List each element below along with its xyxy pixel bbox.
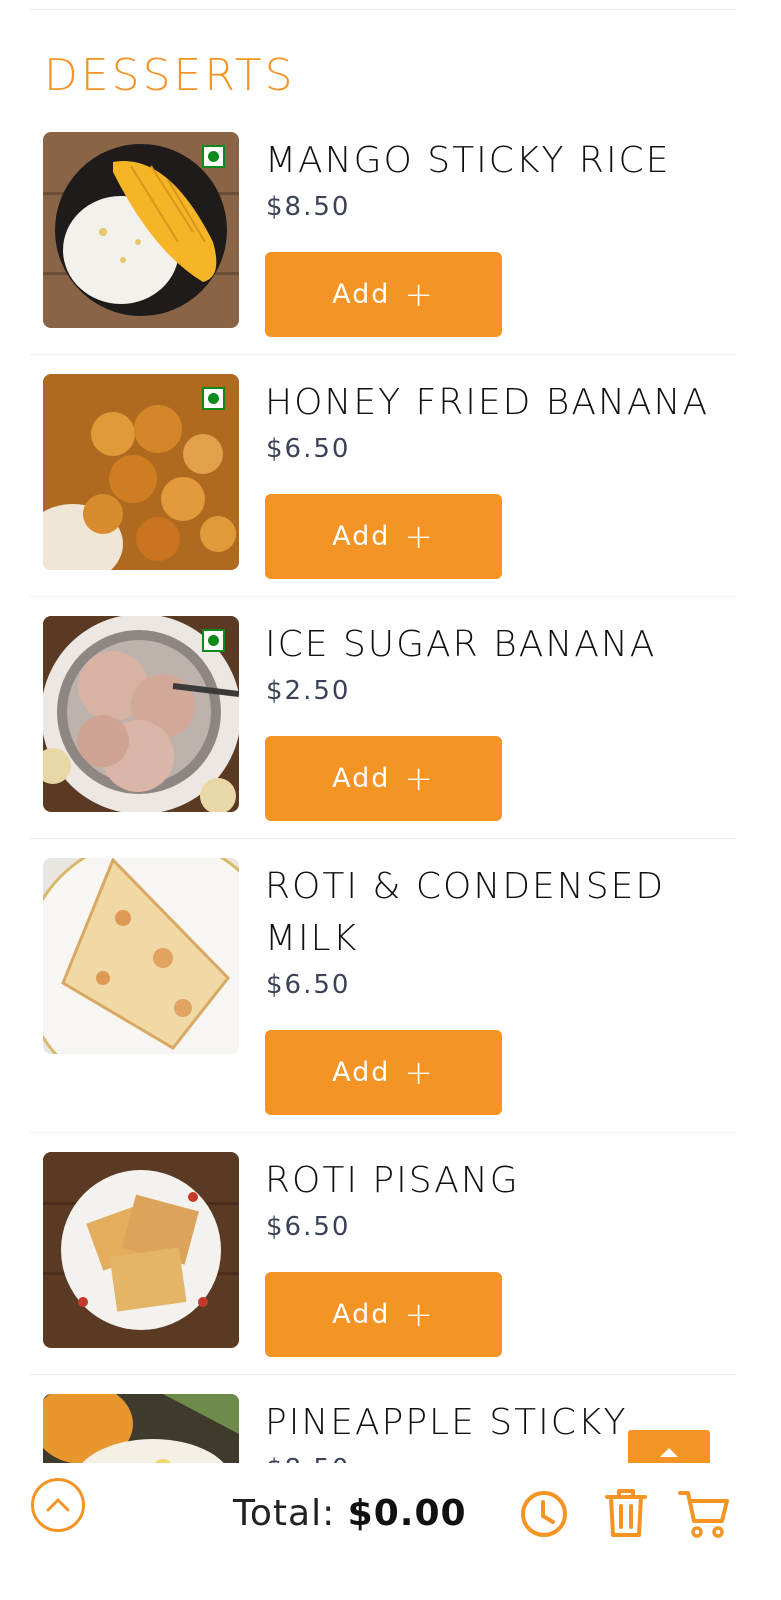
dish-price: $6.50 (266, 1212, 351, 1242)
plus-icon: + (404, 516, 435, 557)
cart-total: Total: $0.00 (233, 1493, 467, 1534)
veg-indicator-icon (202, 629, 225, 652)
veg-indicator-icon (202, 145, 225, 168)
menu-list: MANGO STICKY RICE $8.50 Add + HONEY FRIE… (30, 122, 736, 1500)
dish-image-mango-sticky-rice[interactable] (43, 132, 239, 328)
plus-icon: + (404, 1294, 435, 1335)
menu-item: ICE SUGAR BANANA $2.50 Add + (30, 597, 736, 839)
add-button-label: Add (332, 763, 391, 794)
dish-image-ice-sugar-banana[interactable] (43, 616, 239, 812)
chevron-up-icon (46, 1498, 70, 1512)
dish-image-roti-condensed-milk[interactable] (43, 858, 239, 1054)
menu-item: HONEY FRIED BANANA $6.50 Add + (30, 355, 736, 597)
add-roti-condensed-milk-button[interactable]: Add + (265, 1030, 502, 1115)
dish-price: $6.50 (266, 434, 351, 464)
dish-name: MANGO STICKY RICE (265, 140, 671, 181)
section-title: DESSERTS (44, 50, 296, 101)
dish-image-honey-fried-banana[interactable] (43, 374, 239, 570)
veg-indicator-icon (202, 387, 225, 410)
add-button-label: Add (332, 279, 391, 310)
dish-price: $8.50 (266, 192, 351, 222)
plus-icon: + (404, 758, 435, 799)
add-ice-sugar-banana-button[interactable]: Add + (265, 736, 502, 821)
trash-icon[interactable] (604, 1487, 648, 1539)
add-honey-fried-banana-button[interactable]: Add + (265, 494, 502, 579)
dish-name: HONEY FRIED BANANA (265, 382, 710, 423)
menu-item: MANGO STICKY RICE $8.50 Add + (30, 122, 736, 355)
dish-name: ROTI PISANG (265, 1160, 520, 1201)
menu-item: ROTI PISANG $6.50 Add + (30, 1133, 736, 1375)
plus-icon: + (404, 274, 435, 315)
total-label: Total: (233, 1493, 336, 1534)
add-roti-pisang-button[interactable]: Add + (265, 1272, 502, 1357)
add-button-label: Add (332, 521, 391, 552)
bottom-bar: Total: $0.00 (0, 1463, 781, 1600)
top-divider (30, 9, 736, 10)
dish-price: $6.50 (266, 970, 351, 1000)
dish-image-roti-pisang[interactable] (43, 1152, 239, 1348)
dish-name: ROTI & CONDENSED MILK (265, 866, 666, 959)
menu-item: ROTI & CONDENSED MILK $6.50 Add + (30, 839, 736, 1133)
dish-name: ICE SUGAR BANANA (265, 624, 657, 665)
add-button-label: Add (332, 1299, 391, 1330)
plus-icon: + (404, 1052, 435, 1093)
clock-icon[interactable] (519, 1489, 569, 1539)
scroll-top-button[interactable] (31, 1478, 85, 1532)
total-value: $0.00 (347, 1493, 467, 1534)
add-mango-sticky-rice-button[interactable]: Add + (265, 252, 502, 337)
dish-price: $2.50 (266, 676, 351, 706)
add-button-label: Add (332, 1057, 391, 1088)
cart-icon[interactable] (678, 1489, 730, 1539)
